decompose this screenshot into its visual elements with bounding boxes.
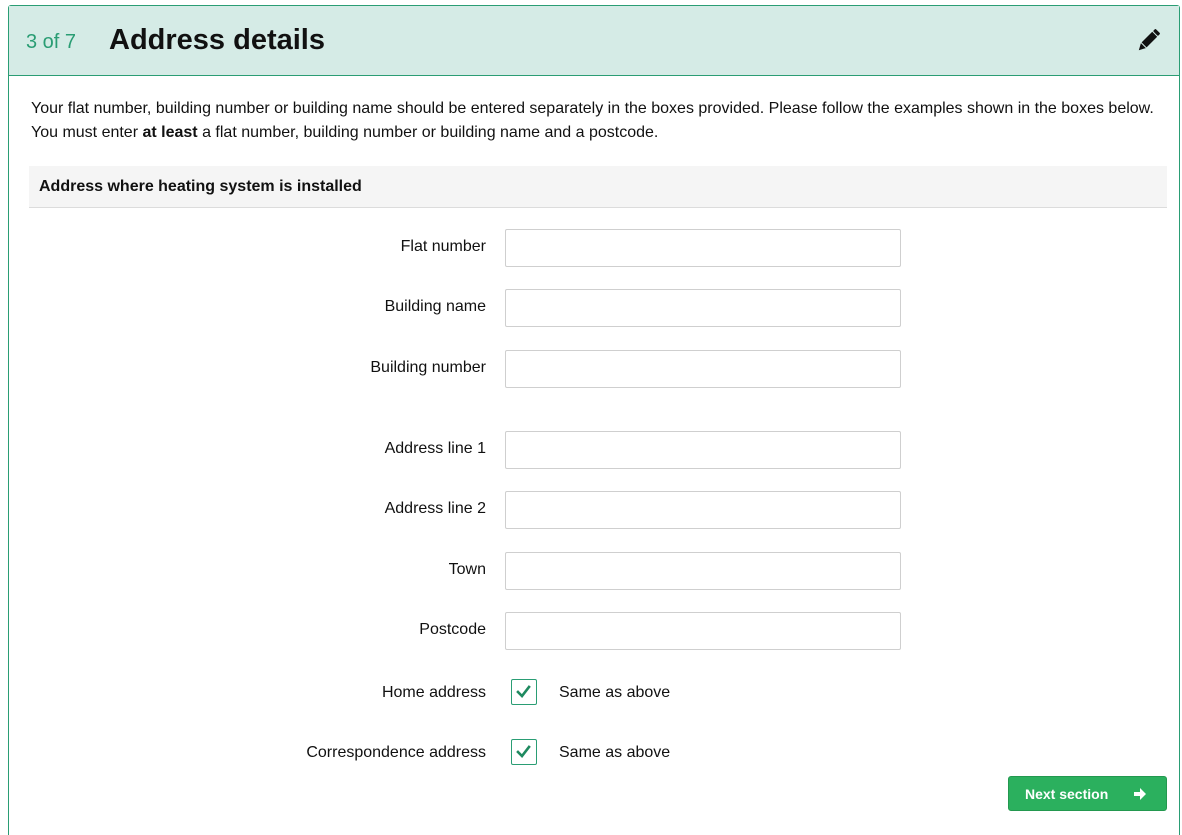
correspondence-address-option[interactable]: Same as above [559, 744, 670, 762]
building-number-row: Building number [9, 350, 1181, 388]
postcode-input[interactable] [505, 612, 901, 650]
home-address-row: Home address Same as above [9, 675, 1181, 713]
flat-number-input[interactable] [505, 229, 901, 267]
pencil-icon[interactable] [1133, 26, 1163, 56]
flat-number-label: Flat number [400, 238, 486, 255]
home-address-label: Home address [381, 684, 486, 701]
home-address-checkbox[interactable] [511, 679, 537, 705]
address-line-1-label: Address line 1 [384, 440, 486, 457]
address-details-panel: 3 of 7 Address details Your flat number,… [8, 5, 1180, 835]
section-title: Address where heating system is installe… [39, 178, 362, 195]
intro-text: Your flat number, building number or bui… [31, 100, 1154, 141]
correspondence-address-checkbox[interactable] [511, 739, 537, 765]
section-header: Address where heating system is installe… [29, 166, 1167, 208]
next-section-button[interactable]: Next section [1008, 776, 1167, 811]
panel-header: 3 of 7 Address details [9, 6, 1179, 76]
step-indicator: 3 of 7 [26, 31, 77, 53]
next-section-label: Next section [1025, 786, 1109, 802]
town-label: Town [448, 561, 486, 578]
town-input[interactable] [505, 552, 901, 590]
town-row: Town [9, 552, 1181, 590]
correspondence-address-label: Correspondence address [306, 744, 486, 761]
flat-number-row: Flat number [9, 229, 1181, 267]
address-line-1-row: Address line 1 [9, 431, 1181, 469]
checkmark-icon [516, 745, 531, 758]
building-name-row: Building name [9, 289, 1181, 327]
correspondence-address-row: Correspondence address Same as above [9, 735, 1181, 773]
address-line-2-label: Address line 2 [384, 500, 486, 517]
postcode-label: Postcode [419, 621, 486, 638]
address-line-2-input[interactable] [505, 491, 901, 529]
building-number-label: Building number [370, 359, 486, 376]
home-address-option[interactable]: Same as above [559, 684, 670, 702]
postcode-row: Postcode [9, 612, 1181, 650]
address-line-1-input[interactable] [505, 431, 901, 469]
intro-emphasis: at least [142, 124, 198, 141]
page-title: Address details [109, 24, 325, 56]
checkmark-icon [516, 685, 531, 698]
building-number-input[interactable] [505, 350, 901, 388]
address-line-2-row: Address line 2 [9, 491, 1181, 529]
building-name-input[interactable] [505, 289, 901, 327]
arrow-right-icon [1133, 787, 1147, 804]
building-name-label: Building name [384, 298, 486, 315]
